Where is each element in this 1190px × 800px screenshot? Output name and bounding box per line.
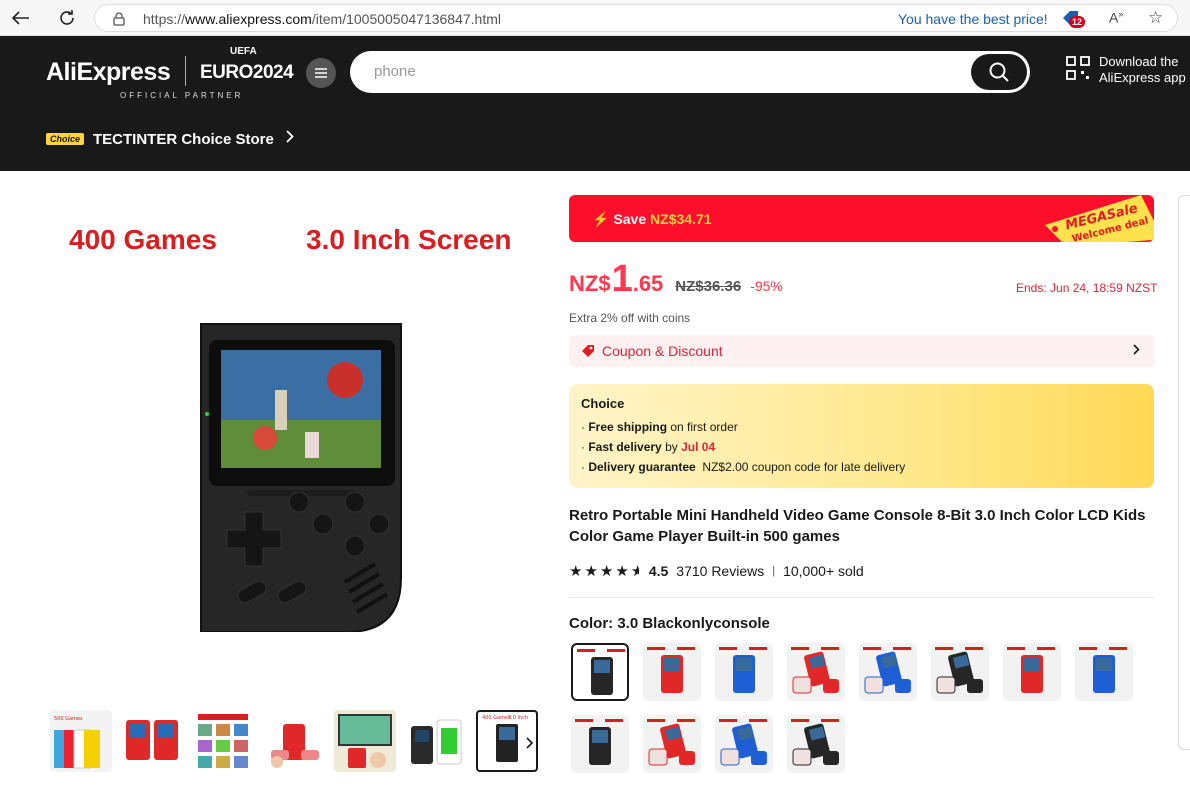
svg-text:3.0 Inch: 3.0 Inch [508, 715, 528, 721]
star-rating: ★ ★ ★ ★ ★ [569, 562, 641, 580]
color-swatch-7[interactable] [1003, 643, 1061, 701]
save-banner: ⚡ Save NZ$34.71 MEGASale Welcome deal [569, 195, 1154, 242]
choice-title: Choice [581, 396, 625, 411]
half-star-icon: ★ [630, 563, 639, 580]
official-partner-text: OFFICIAL PARTNER [120, 91, 244, 100]
hamburger-icon [315, 68, 327, 78]
read-aloud-icon[interactable]: A» [1109, 9, 1123, 26]
back-icon[interactable] [10, 7, 32, 29]
thumbnail-next-icon[interactable] [526, 736, 534, 752]
color-swatch-12[interactable] [787, 715, 845, 773]
separator: | [772, 565, 776, 577]
promo-screen-text: 3.0 Inch Screen [306, 224, 512, 255]
logo-divider [185, 56, 186, 86]
rating-value: 4.5 [648, 563, 669, 579]
reload-icon[interactable] [56, 7, 78, 29]
thumbnail-1[interactable]: 500 Games [50, 710, 112, 772]
color-swatch-2[interactable] [643, 643, 701, 701]
color-swatch-10[interactable] [643, 715, 701, 773]
extension-badge: 12 [1069, 16, 1086, 28]
free-shipping-line: · Free shipping on first order [581, 420, 738, 434]
product-main-image[interactable]: 400 Games 3.0 Inch Screen [40, 200, 550, 670]
price-row: NZ$ 1 .65 NZ$36.36 -95% [569, 258, 783, 301]
browser-toolbar: https://www.aliexpress.com/item/10050050… [0, 0, 1190, 36]
star-icon: ★ [615, 563, 629, 580]
coupon-label: Coupon & Discount [602, 343, 723, 359]
thumbnail-5[interactable] [334, 710, 396, 772]
store-link[interactable]: Choice TECTINTER Choice Store [46, 130, 294, 148]
svg-text:400 Games: 400 Games [482, 715, 511, 721]
url-text: https://www.aliexpress.com/item/10050050… [143, 11, 502, 27]
side-panel-edge[interactable] [1178, 195, 1190, 750]
color-swatch-8[interactable] [1075, 643, 1133, 701]
choice-badge: Choice [46, 133, 85, 145]
promo-games-text: 400 Games [69, 224, 217, 255]
thumbnail-6[interactable] [405, 710, 467, 772]
favorite-star-icon[interactable]: ☆ [1148, 8, 1163, 28]
price-integer: 1 [611, 258, 633, 300]
coupon-discount-row[interactable]: Coupon & Discount [569, 335, 1154, 367]
color-swatch-1[interactable] [571, 643, 629, 701]
color-swatch-9[interactable] [571, 715, 629, 773]
sold-count: 10,000+ sold [783, 563, 864, 579]
download-line1: Download the [1099, 54, 1179, 69]
deal-ends-text: Ends: Jun 24, 18:59 NZST [1016, 281, 1158, 295]
star-icon: ★ [599, 563, 614, 580]
search-button[interactable] [971, 54, 1027, 90]
product-title: Retro Portable Mini Handheld Video Game … [569, 507, 1146, 545]
star-icon: ★ [569, 563, 583, 580]
aliexpress-logo[interactable]: AliExpress [46, 58, 171, 87]
original-price: NZ$36.36 [675, 278, 742, 295]
color-swatch-6[interactable] [931, 643, 989, 701]
megasale-badge: MEGASale Welcome deal [1045, 195, 1154, 242]
chevron-right-icon [286, 130, 294, 148]
color-label: Color: 3.0 Blackonlyconsole [569, 615, 770, 632]
chevron-right-icon [1133, 342, 1140, 358]
color-swatch-5[interactable] [859, 643, 917, 701]
euro2024-logo: EURO2024 [200, 62, 294, 83]
thumbnail-4[interactable] [263, 710, 325, 772]
delivery-guarantee-line: · Delivery guarantee NZ$2.00 coupon code… [581, 460, 906, 474]
choice-benefits[interactable]: Choice · Free shipping on first order · … [569, 384, 1154, 488]
menu-button[interactable] [306, 58, 336, 88]
search-icon [989, 62, 1009, 82]
color-swatch-3[interactable] [715, 643, 773, 701]
qr-code-icon [1066, 56, 1090, 80]
game-console-image [200, 323, 402, 632]
star-icon: ★ [584, 563, 598, 580]
best-price-notice[interactable]: You have the best price! [898, 11, 1048, 27]
price-currency: NZ$ [569, 271, 611, 296]
fast-delivery-line: · Fast delivery by Jul 04 [581, 440, 716, 454]
svg-text:500 Games: 500 Games [54, 716, 83, 722]
bolt-icon: ⚡ [592, 211, 610, 227]
thumbnail-2[interactable] [122, 710, 184, 772]
coupon-tag-icon [582, 345, 594, 357]
section-divider [569, 597, 1154, 598]
lock-icon [113, 12, 125, 26]
rating-row: ★ ★ ★ ★ ★ 4.5 3710 Reviews | 10,000+ sol… [569, 562, 864, 580]
search-bar[interactable]: phone [350, 51, 1030, 93]
color-swatch-4[interactable] [787, 643, 845, 701]
uefa-mark: UEFA [230, 46, 257, 57]
site-header: AliExpress UEFA EURO2024 OFFICIAL PARTNE… [0, 36, 1190, 171]
color-swatch-11[interactable] [715, 715, 773, 773]
thumbnail-3[interactable] [192, 710, 254, 772]
discount-percent: -95% [750, 278, 783, 294]
store-name: TECTINTER Choice Store [93, 130, 274, 148]
reviews-link[interactable]: 3710 Reviews [676, 563, 764, 579]
download-line2: AliExpress app [1099, 70, 1186, 85]
price-decimal: .65 [632, 271, 664, 296]
coins-offer: Extra 2% off with coins [569, 311, 691, 325]
search-input[interactable]: phone [374, 63, 416, 80]
address-bar[interactable]: https://www.aliexpress.com/item/10050050… [94, 4, 1178, 32]
save-text: ⚡ Save NZ$34.71 [592, 211, 712, 227]
